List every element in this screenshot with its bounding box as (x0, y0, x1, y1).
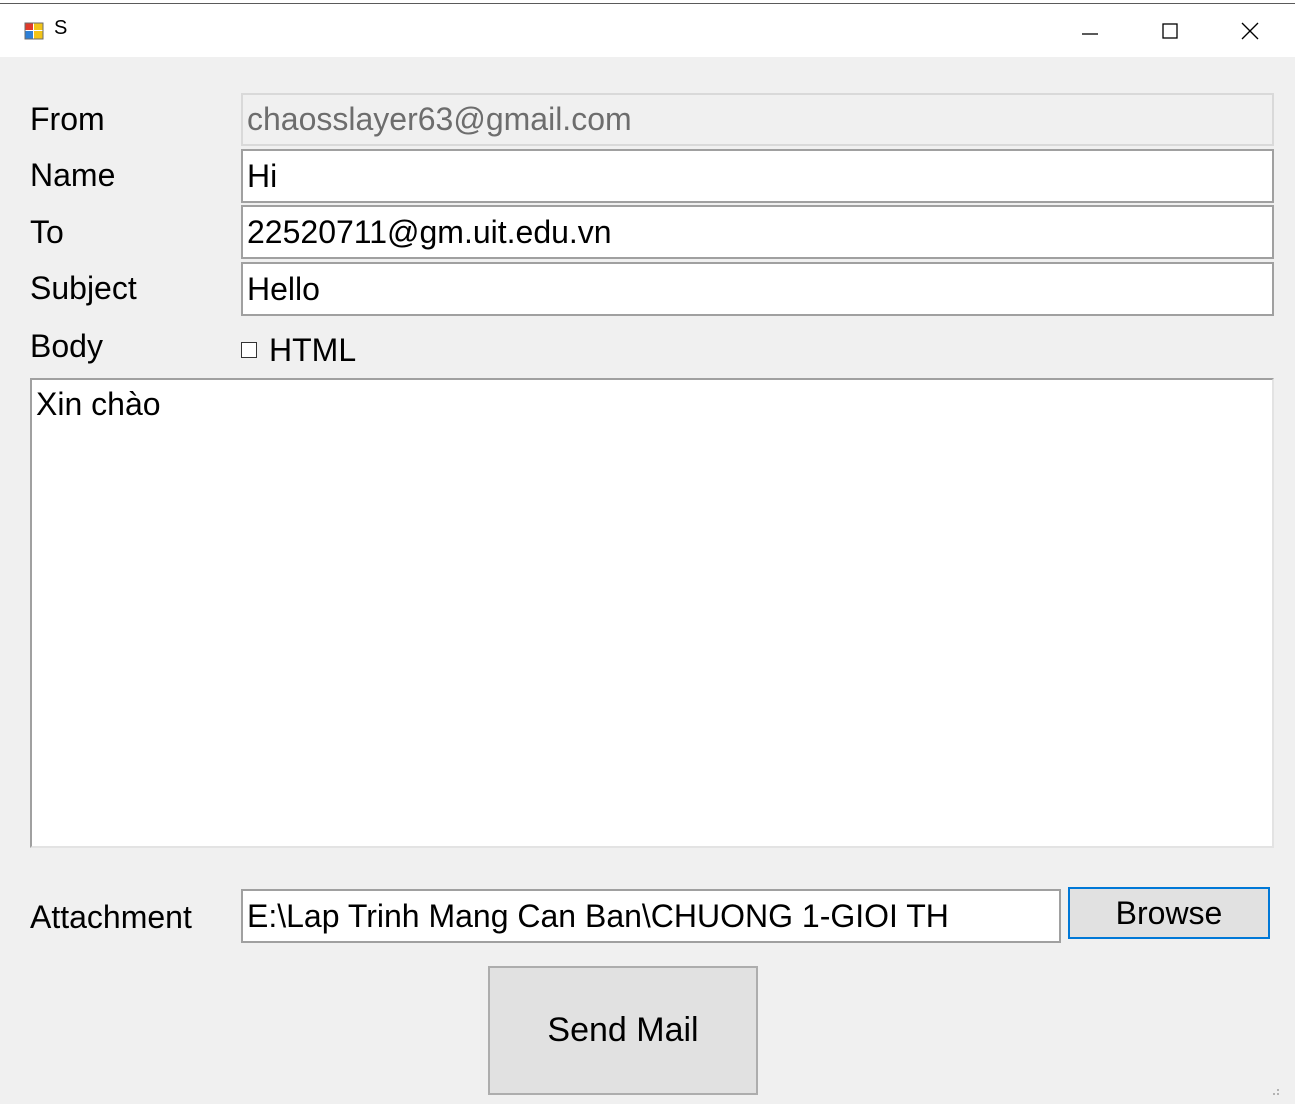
form-client-area: From Name To Subject Body HTML Xin chào … (8, 57, 1288, 1104)
attachment-path-field[interactable] (241, 889, 1061, 943)
html-checkbox[interactable]: HTML (241, 334, 356, 366)
close-button[interactable] (1210, 4, 1290, 57)
body-label: Body (30, 328, 103, 364)
minimize-icon (1082, 32, 1098, 35)
maximize-button[interactable] (1130, 4, 1210, 57)
checkbox-box[interactable] (241, 342, 257, 358)
send-mail-button[interactable]: Send Mail (488, 966, 758, 1095)
title-bar[interactable]: S (0, 4, 1295, 57)
minimize-button[interactable] (1050, 4, 1130, 57)
name-field[interactable] (241, 149, 1274, 203)
subject-field[interactable] (241, 262, 1274, 316)
body-textarea[interactable]: Xin chào (30, 378, 1274, 848)
mail-window: S From Name To Subject Body (0, 0, 1295, 1104)
maximize-icon (1162, 22, 1178, 39)
subject-label: Subject (30, 270, 137, 306)
resize-grip-icon[interactable] (1270, 1088, 1280, 1098)
html-checkbox-label: HTML (269, 332, 357, 368)
to-label: To (30, 214, 64, 250)
attachment-label: Attachment (30, 899, 192, 935)
name-label: Name (30, 157, 116, 193)
to-field[interactable] (241, 205, 1274, 259)
window-title: S (54, 17, 68, 39)
from-label: From (30, 101, 105, 137)
from-field[interactable] (241, 93, 1274, 146)
close-icon (1241, 22, 1259, 39)
app-icon (24, 22, 44, 40)
browse-button[interactable]: Browse (1068, 887, 1270, 939)
